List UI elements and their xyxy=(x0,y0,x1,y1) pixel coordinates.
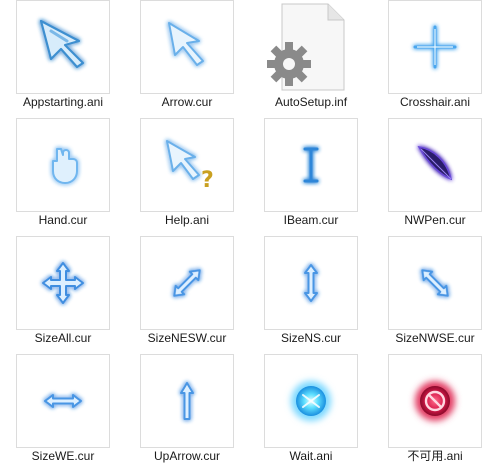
arrow-cursor-icon xyxy=(168,22,204,66)
file-item[interactable]: Appstarting.ani xyxy=(8,0,112,118)
sizenesw-cursor-icon xyxy=(173,269,201,297)
file-thumbnail xyxy=(16,354,110,448)
sizeall-cursor-icon xyxy=(42,262,84,304)
file-name: UpArrow.cur xyxy=(153,449,221,463)
file-item[interactable]: AutoSetup.inf xyxy=(256,0,360,118)
file-grid: Appstarting.ani Arrow.cur AutoSetup.inf … xyxy=(0,0,484,475)
sizewe-cursor-icon xyxy=(44,394,82,408)
file-item[interactable]: ? Help.ani xyxy=(132,118,236,236)
file-thumbnail xyxy=(16,118,110,212)
file-name: Hand.cur xyxy=(38,213,88,227)
uparrow-cursor-icon xyxy=(180,382,194,420)
hand-cursor-icon xyxy=(52,148,78,184)
file-item[interactable]: SizeNWSE.cur xyxy=(380,236,484,354)
file-name: SizeWE.cur xyxy=(31,449,95,463)
file-item[interactable]: SizeWE.cur xyxy=(8,354,112,472)
file-item[interactable]: SizeAll.cur xyxy=(8,236,112,354)
file-thumbnail xyxy=(388,354,482,448)
file-name: AutoSetup.inf xyxy=(274,95,348,109)
file-thumbnail xyxy=(264,354,358,448)
file-thumbnail xyxy=(16,0,110,94)
wait-cursor-icon xyxy=(291,381,331,421)
file-thumbnail xyxy=(388,236,482,330)
file-item[interactable]: Arrow.cur xyxy=(132,0,236,118)
file-item[interactable]: Hand.cur xyxy=(8,118,112,236)
file-item[interactable]: UpArrow.cur xyxy=(132,354,236,472)
file-name: 不可用.ani xyxy=(407,449,463,463)
sizens-cursor-icon xyxy=(304,264,318,302)
file-name: Crosshair.ani xyxy=(399,95,471,109)
file-thumbnail: ? xyxy=(140,118,234,212)
file-name: SizeNESW.cur xyxy=(147,331,227,345)
file-thumbnail xyxy=(16,236,110,330)
file-name: NWPen.cur xyxy=(404,213,466,227)
sizenwse-cursor-icon xyxy=(421,269,449,297)
pen-cursor-icon xyxy=(417,145,453,181)
file-item[interactable]: 不可用.ani xyxy=(380,354,484,472)
file-name: SizeAll.cur xyxy=(34,331,92,345)
help-cursor-icon: ? xyxy=(166,140,214,193)
svg-text:?: ? xyxy=(201,168,214,193)
file-item[interactable]: Wait.ani xyxy=(256,354,360,472)
file-thumbnail xyxy=(256,0,360,100)
file-item[interactable]: IBeam.cur xyxy=(256,118,360,236)
appstarting-cursor-icon xyxy=(39,19,85,69)
file-thumbnail xyxy=(140,0,234,94)
crosshair-cursor-icon xyxy=(413,25,457,69)
file-name: Wait.ani xyxy=(289,449,333,463)
file-name: SizeNS.cur xyxy=(280,331,342,345)
file-thumbnail xyxy=(140,236,234,330)
file-thumbnail xyxy=(140,354,234,448)
file-item[interactable]: SizeNESW.cur xyxy=(132,236,236,354)
file-name: Appstarting.ani xyxy=(22,95,104,109)
file-name: Arrow.cur xyxy=(161,95,213,109)
ibeam-cursor-icon xyxy=(303,147,319,183)
file-item[interactable]: Crosshair.ani xyxy=(380,0,484,118)
unavailable-cursor-icon xyxy=(415,381,455,421)
file-thumbnail xyxy=(264,118,358,212)
file-thumbnail xyxy=(388,118,482,212)
file-name: IBeam.cur xyxy=(283,213,339,227)
file-item[interactable]: NWPen.cur xyxy=(380,118,484,236)
file-thumbnail xyxy=(264,236,358,330)
settings-file-icon xyxy=(267,3,345,91)
file-item[interactable]: SizeNS.cur xyxy=(256,236,360,354)
file-name: Help.ani xyxy=(164,213,210,227)
file-name: SizeNWSE.cur xyxy=(395,331,475,345)
file-thumbnail xyxy=(388,0,482,94)
